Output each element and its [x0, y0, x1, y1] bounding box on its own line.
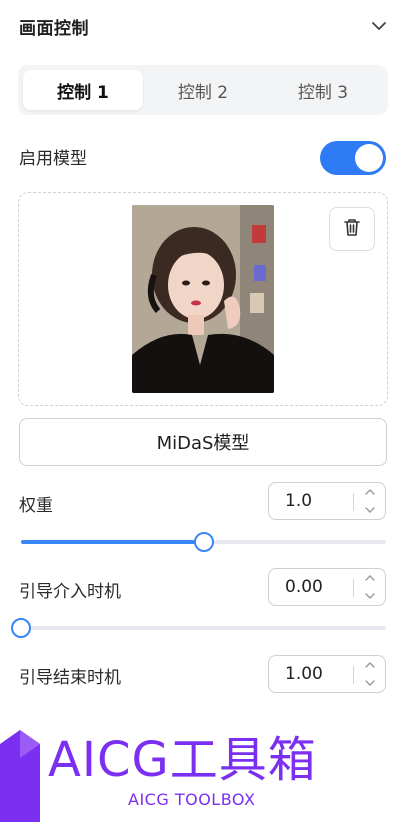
weight-slider[interactable]: [21, 532, 386, 552]
guide-end-number-input[interactable]: [268, 655, 386, 693]
image-dropzone[interactable]: [18, 192, 388, 406]
stepper-divider: [353, 666, 354, 684]
guide-end-input[interactable]: [269, 656, 349, 692]
slider-fill: [21, 540, 204, 544]
guide-start-stepper[interactable]: [359, 572, 381, 602]
trash-icon: [343, 217, 361, 241]
enable-model-label: 启用模型: [19, 149, 87, 169]
chevron-down-icon[interactable]: [363, 677, 377, 689]
slider-thumb[interactable]: [193, 532, 214, 552]
portrait-photo: [132, 205, 274, 393]
guide-start-label: 引导介入时机: [19, 582, 121, 602]
chevron-up-icon[interactable]: [363, 486, 377, 498]
control-tabs: 控制 1 控制 2 控制 3: [18, 65, 388, 115]
stepper-divider: [353, 579, 354, 597]
slider-thumb[interactable]: [11, 618, 31, 638]
guide-start-number-input[interactable]: [268, 568, 386, 606]
chevron-down-icon[interactable]: [369, 16, 389, 36]
toggle-knob: [355, 144, 383, 172]
stepper-divider: [353, 493, 354, 511]
guide-start-slider[interactable]: [11, 618, 386, 638]
weight-stepper[interactable]: [359, 486, 381, 516]
tab-control-3[interactable]: 控制 3: [263, 70, 383, 110]
chevron-up-icon[interactable]: [363, 572, 377, 584]
midas-model-button[interactable]: MiDaS模型: [19, 418, 387, 466]
panel-title: 画面控制: [19, 18, 89, 39]
tab-control-2[interactable]: 控制 2: [143, 70, 263, 110]
weight-number-input[interactable]: [268, 482, 386, 520]
watermark: AICG工具箱 AICG TOOLBOX: [0, 706, 407, 833]
guide-end-stepper[interactable]: [359, 659, 381, 689]
weight-input[interactable]: [269, 483, 349, 519]
chevron-down-icon[interactable]: [363, 590, 377, 602]
chevron-up-icon[interactable]: [363, 659, 377, 671]
chevron-down-icon[interactable]: [363, 504, 377, 516]
weight-label: 权重: [19, 496, 53, 516]
watermark-subtitle: AICG TOOLBOX: [128, 790, 256, 809]
enable-model-toggle[interactable]: [320, 141, 386, 175]
guide-end-label: 引导结束时机: [19, 668, 121, 688]
tab-control-1[interactable]: 控制 1: [23, 70, 143, 110]
delete-image-button[interactable]: [329, 207, 375, 251]
guide-start-input[interactable]: [269, 569, 349, 605]
slider-track: [21, 626, 386, 630]
watermark-title: AICG工具箱: [48, 732, 317, 788]
panel-header[interactable]: 画面控制: [19, 8, 389, 44]
logo-icon: [0, 722, 42, 826]
